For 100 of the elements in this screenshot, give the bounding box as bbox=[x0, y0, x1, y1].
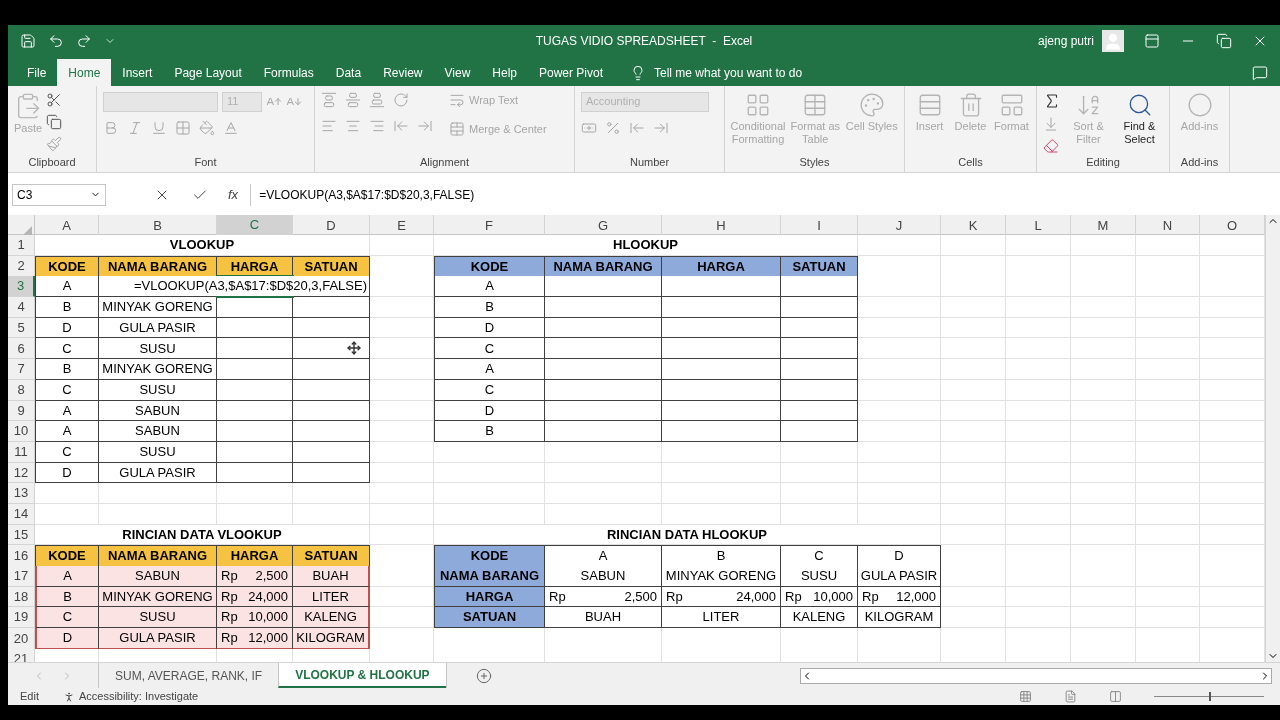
vertical-scrollbar[interactable] bbox=[1265, 215, 1280, 662]
amount-text: 10,000 bbox=[248, 608, 288, 627]
save-icon[interactable] bbox=[20, 33, 36, 49]
copy-icon[interactable] bbox=[46, 114, 63, 130]
grid-cell bbox=[370, 400, 434, 422]
align-left-icon[interactable] bbox=[321, 118, 337, 134]
row-header[interactable]: 17 bbox=[8, 566, 35, 587]
group-label: Editing bbox=[1085, 155, 1121, 170]
table-cell: SUSU bbox=[781, 566, 858, 587]
decrease-decimal-icon[interactable] bbox=[653, 120, 669, 136]
fill-icon[interactable] bbox=[1043, 116, 1059, 132]
add-sheet-icon[interactable] bbox=[475, 667, 492, 684]
ribbon-tab[interactable]: Formulas bbox=[252, 59, 325, 86]
row-header[interactable]: 11 bbox=[8, 441, 35, 463]
orientation-icon[interactable] bbox=[393, 92, 409, 108]
align-right-icon[interactable] bbox=[369, 118, 385, 134]
column-header[interactable]: C bbox=[217, 215, 293, 237]
page-layout-icon[interactable] bbox=[1064, 690, 1077, 703]
page-break-icon[interactable] bbox=[1109, 690, 1122, 703]
grid-cell bbox=[1136, 586, 1200, 608]
row-header[interactable]: 12 bbox=[8, 462, 35, 484]
sheet-tab[interactable]: VLOOKUP & HLOOKUP bbox=[278, 663, 446, 688]
row-header[interactable]: 4 bbox=[8, 297, 35, 318]
ribbon-tab[interactable]: Page Layout bbox=[163, 59, 253, 86]
tell-me-field[interactable]: Tell me what you want to do bbox=[654, 63, 854, 82]
name-box[interactable]: C3 bbox=[12, 183, 106, 206]
horizontal-scrollbar[interactable] bbox=[800, 667, 1272, 684]
borders-icon[interactable] bbox=[175, 120, 191, 136]
row-header[interactable]: 20 bbox=[8, 628, 35, 650]
grid-cell bbox=[35, 483, 99, 504]
ribbon-display-icon[interactable] bbox=[1144, 33, 1160, 49]
lightbulb-icon bbox=[630, 64, 646, 81]
select-all-icon[interactable] bbox=[23, 225, 32, 235]
grid-cell bbox=[1136, 421, 1200, 442]
ribbon-tab[interactable]: Help bbox=[481, 59, 528, 86]
grid-cell bbox=[941, 607, 1006, 629]
restore-icon[interactable] bbox=[1216, 33, 1232, 49]
row-header[interactable]: 13 bbox=[8, 483, 35, 504]
ribbon-tab[interactable]: Insert bbox=[111, 59, 164, 86]
row-header[interactable]: 16 bbox=[8, 545, 35, 567]
brush-icon[interactable] bbox=[46, 136, 63, 152]
accessibility-status[interactable]: Accessibility: Investigate bbox=[78, 688, 199, 705]
table-header-cell: KODE bbox=[35, 255, 99, 278]
normal-view-icon[interactable] bbox=[1019, 690, 1032, 703]
decrease-indent-icon[interactable] bbox=[393, 118, 409, 134]
ribbon-tab[interactable]: View bbox=[433, 59, 482, 86]
row-header[interactable]: 9 bbox=[8, 400, 35, 422]
grid-cell bbox=[941, 503, 1006, 525]
grid-cell bbox=[1071, 586, 1136, 608]
ribbon-tab[interactable]: Data bbox=[324, 59, 373, 86]
font-name-field[interactable] bbox=[103, 92, 218, 112]
row-header[interactable]: 14 bbox=[8, 503, 35, 525]
amount-text: 2,500 bbox=[255, 567, 288, 586]
grid-cell bbox=[1006, 338, 1071, 360]
row-header[interactable]: 3 bbox=[8, 276, 35, 298]
font-color-icon[interactable] bbox=[223, 120, 239, 136]
row-header[interactable]: 15 bbox=[8, 524, 35, 546]
eraser-icon[interactable] bbox=[1043, 138, 1059, 154]
row-header[interactable]: 10 bbox=[8, 421, 35, 442]
grid-cell bbox=[941, 379, 1006, 401]
cut-icon[interactable] bbox=[46, 92, 63, 108]
ribbon-tab[interactable]: Review bbox=[372, 59, 434, 86]
italic-icon[interactable] bbox=[127, 120, 143, 136]
row-header[interactable]: 7 bbox=[8, 359, 35, 380]
bold-icon[interactable] bbox=[103, 120, 119, 136]
avatar[interactable] bbox=[1102, 30, 1124, 52]
row-header[interactable]: 2 bbox=[8, 255, 35, 278]
table-cell: KILOGRAM bbox=[858, 607, 941, 629]
function-button[interactable]: fx bbox=[228, 184, 239, 205]
ribbon-tab[interactable]: File bbox=[16, 59, 58, 86]
table-header-cell: SATUAN bbox=[293, 545, 370, 567]
table-cell: SABUN bbox=[99, 400, 217, 422]
align-bottom-icon[interactable] bbox=[369, 92, 385, 108]
row-header[interactable]: 18 bbox=[8, 586, 35, 608]
increase-indent-icon[interactable] bbox=[417, 118, 433, 134]
align-top-icon[interactable] bbox=[321, 92, 337, 108]
percent-icon[interactable] bbox=[605, 120, 621, 136]
row-header[interactable]: 5 bbox=[8, 317, 35, 339]
ribbon-button[interactable]: Find & Select bbox=[1116, 92, 1163, 146]
row-header[interactable]: 8 bbox=[8, 379, 35, 401]
ribbon-tab[interactable]: Home bbox=[57, 59, 112, 86]
currency-icon[interactable] bbox=[581, 120, 597, 136]
align-middle-icon[interactable] bbox=[345, 92, 361, 108]
ribbon-tab[interactable]: Power Pivot bbox=[528, 59, 614, 86]
undo-icon[interactable] bbox=[48, 33, 64, 49]
grid-cell bbox=[1136, 379, 1200, 401]
row-header[interactable]: 6 bbox=[8, 338, 35, 360]
table-cell: A bbox=[434, 359, 545, 380]
comments-icon[interactable] bbox=[1252, 64, 1268, 81]
fill-color-icon[interactable] bbox=[199, 120, 215, 136]
formula-field[interactable]: =VLOOKUP(A3,$A$17:$D$20,3,FALSE) bbox=[250, 183, 1280, 206]
table-cell: B bbox=[434, 297, 545, 318]
align-center-icon[interactable] bbox=[345, 118, 361, 134]
table-header-cell: NAMA BARANG bbox=[434, 566, 545, 587]
row-header[interactable]: 1 bbox=[8, 235, 35, 256]
redo-icon[interactable] bbox=[76, 33, 92, 49]
row-header[interactable]: 19 bbox=[8, 607, 35, 629]
grid-cell bbox=[1006, 566, 1071, 587]
increase-decimal-icon[interactable] bbox=[629, 120, 645, 136]
underline-icon[interactable] bbox=[151, 120, 167, 136]
